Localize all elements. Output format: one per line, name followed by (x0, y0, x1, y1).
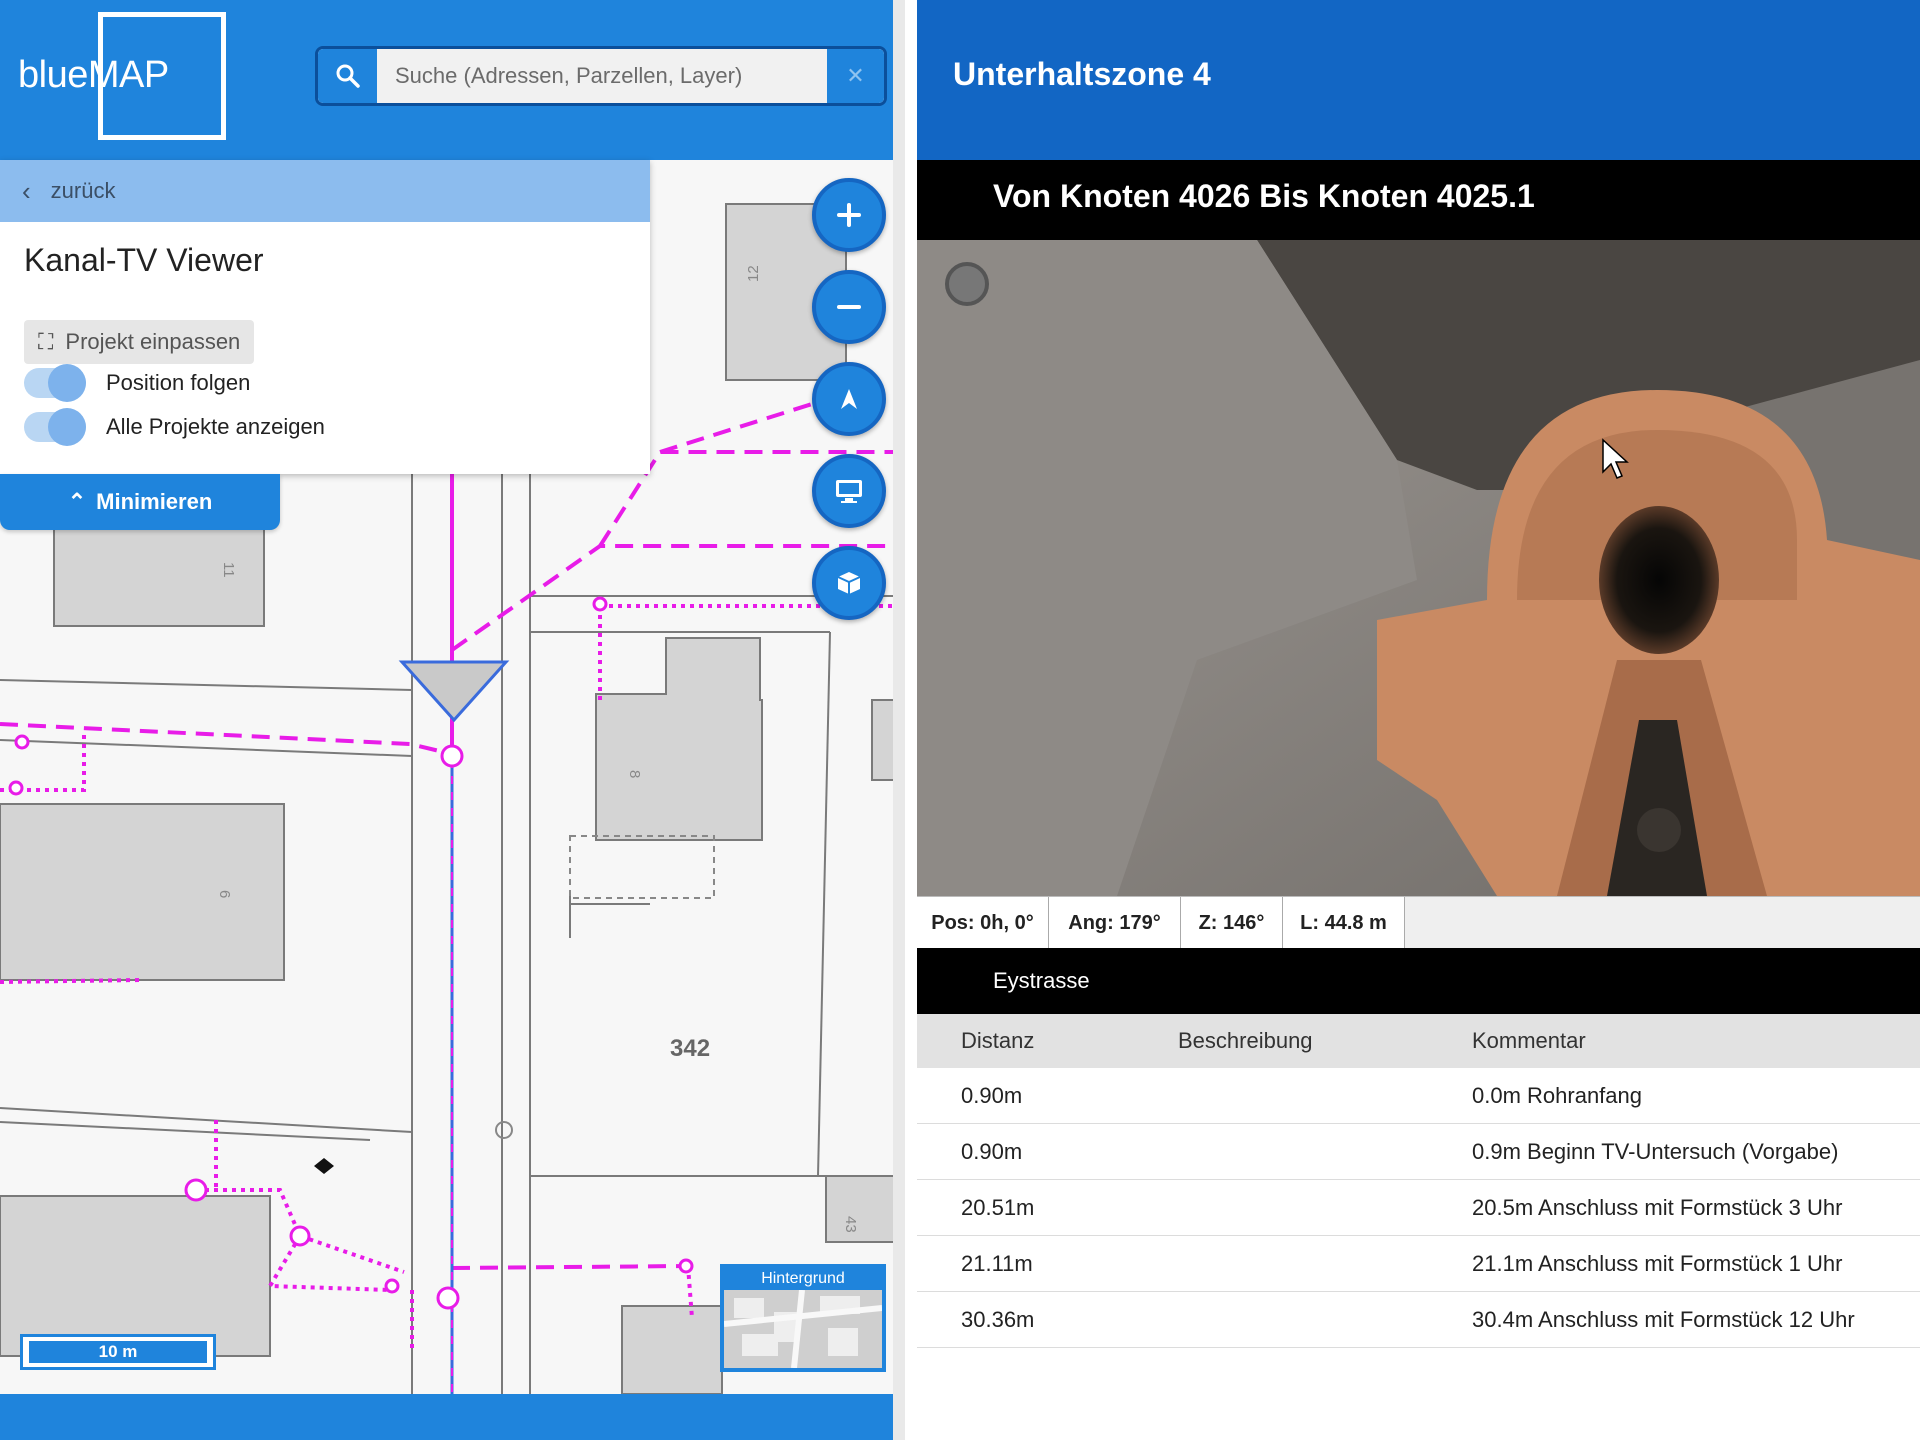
house-number: 12 (745, 265, 762, 282)
minus-icon (837, 305, 861, 309)
background-label: Hintergrund (724, 1268, 882, 1290)
manhole-node (14, 734, 30, 750)
scale-bar: 10 m (20, 1334, 216, 1370)
cell-kommentar: 20.5m Anschluss mit Formstück 3 Uhr (1472, 1194, 1843, 1220)
cell-distanz: 0.90m (961, 1138, 1023, 1164)
cube-icon (837, 572, 861, 594)
back-label: zurück (50, 178, 116, 203)
cell-distanz: 30.36m (961, 1306, 1035, 1332)
zone-title: Unterhaltszone 4 (953, 56, 1211, 92)
column-header-kommentar[interactable]: Kommentar (1472, 1014, 1586, 1068)
manhole-node (184, 1178, 208, 1202)
inspection-video[interactable] (917, 240, 1920, 896)
house-number: 8 (626, 770, 643, 778)
cell-distanz: 21.11m (961, 1250, 1033, 1276)
minimize-label: Minimieren (96, 489, 213, 514)
back-link[interactable]: ‹ zurück (0, 160, 650, 222)
manhole-node (592, 596, 608, 612)
clear-search-button[interactable]: ✕ (827, 49, 884, 103)
scale-label: 10 m (29, 1341, 207, 1363)
app-logo: blueMAP (18, 54, 169, 96)
table-row[interactable]: 0.90m 0.9m Beginn TV-Untersuch (Vorgabe) (917, 1124, 1920, 1180)
building (621, 1305, 723, 1395)
background-switcher[interactable]: Hintergrund (720, 1264, 886, 1372)
cell-kommentar: 30.4m Anschluss mit Formstück 12 Uhr (1472, 1306, 1855, 1332)
north-arrow-button[interactable] (812, 362, 886, 436)
toggle-row-show-all-projects: Alle Projekte anzeigen (24, 408, 325, 446)
house-number: 11 (220, 562, 237, 578)
telemetry-bar: Pos: 0h, 0° Ang: 179° Z: 146° L: 44.8 m (917, 896, 1920, 949)
street-bar: Eystrasse (917, 948, 1920, 1014)
building (0, 1195, 271, 1357)
cell-kommentar: 0.0m Rohranfang (1472, 1082, 1642, 1108)
toggle-label: Position folgen (106, 370, 251, 395)
column-header-distanz[interactable]: Distanz (961, 1014, 1034, 1068)
monitor-icon (836, 480, 862, 503)
chevron-left-icon: ‹ (22, 175, 31, 206)
search-bar: ✕ (315, 46, 887, 106)
search-input[interactable] (377, 49, 827, 103)
toggle-label: Alle Projekte anzeigen (106, 414, 325, 439)
bottom-bar (0, 1394, 893, 1440)
building (825, 1175, 893, 1243)
table-row[interactable]: 21.11m 21.1m Anschluss mit Formstück 1 U… (917, 1236, 1920, 1292)
table-row[interactable]: 0.90m 0.0m Rohranfang (917, 1068, 1920, 1124)
zoom-readout: Z: 146° (1181, 897, 1283, 949)
house-number: 6 (216, 890, 233, 898)
zoom-in-button[interactable] (812, 178, 886, 252)
parcel-number: 342 (670, 1035, 710, 1062)
observations-table: Distanz Beschreibung Kommentar 0.90m 0.0… (917, 1014, 1920, 1348)
panel-title: Kanal-TV Viewer (24, 242, 264, 278)
search-button[interactable] (318, 49, 377, 103)
plus-icon (837, 203, 861, 227)
map-app: 12 11 8 6 43 342 blueMAP Suche (Adressen… (0, 0, 905, 1440)
table-row[interactable]: 20.51m 20.5m Anschluss mit Formstück 3 U… (917, 1180, 1920, 1236)
manhole-node (384, 1278, 400, 1294)
north-arrow-icon (841, 389, 857, 409)
pipe-camera-frame (917, 240, 1920, 896)
monitor-view-button[interactable] (812, 454, 886, 528)
minimize-button[interactable]: ⌃ Minimieren (0, 474, 280, 530)
search-icon (336, 64, 360, 88)
close-icon: ✕ (846, 63, 865, 88)
table-row[interactable]: 30.36m 30.4m Anschluss mit Formstück 12 … (917, 1292, 1920, 1348)
cell-distanz: 20.51m (961, 1194, 1035, 1220)
kanal-tv-viewer: Unterhaltszone 4 Von Knoten 4026 Bis Kno… (917, 0, 1920, 1440)
segment-title: Von Knoten 4026 Bis Knoten 4025.1 (993, 178, 1535, 214)
cell-kommentar: 0.9m Beginn TV-Untersuch (Vorgabe) (1472, 1138, 1839, 1164)
zoom-out-button[interactable] (812, 270, 886, 344)
manhole-node (289, 1225, 311, 1247)
manhole-node (436, 1286, 460, 1310)
show-all-projects-toggle[interactable] (24, 408, 86, 446)
building (0, 803, 285, 981)
street-name: Eystrasse (993, 968, 1090, 993)
house-number: 43 (842, 1216, 859, 1233)
3d-view-button[interactable] (812, 546, 886, 620)
viewer-header: Unterhaltszone 4 (917, 0, 1920, 160)
follow-position-toggle[interactable] (24, 364, 86, 402)
column-header-beschreibung[interactable]: Beschreibung (1178, 1014, 1313, 1068)
cell-distanz: 0.90m (961, 1082, 1023, 1108)
kanal-tv-panel: ‹ zurück Kanal-TV Viewer ⛶ Projekt einpa… (0, 160, 650, 474)
manhole-node (440, 744, 464, 768)
manhole-node (8, 780, 24, 796)
segment-bar: Von Knoten 4026 Bis Knoten 4025.1 (917, 160, 1920, 240)
angle-readout: Ang: 179° (1049, 897, 1181, 949)
building (871, 699, 893, 781)
fit-extent-icon: ⛶ (38, 329, 54, 354)
position-readout: Pos: 0h, 0° (917, 897, 1049, 949)
cell-kommentar: 21.1m Anschluss mit Formstück 1 Uhr (1472, 1250, 1843, 1276)
fit-project-label: Projekt einpassen (65, 329, 241, 354)
chevron-up-icon: ⌃ (67, 489, 87, 514)
length-readout: L: 44.8 m (1283, 897, 1405, 949)
manhole-node (678, 1258, 694, 1274)
top-bar: blueMAP ✕ (0, 0, 893, 160)
fit-project-button[interactable]: ⛶ Projekt einpassen (24, 320, 255, 364)
table-header: Distanz Beschreibung Kommentar (917, 1014, 1920, 1068)
toggle-row-follow-position: Position folgen (24, 364, 251, 402)
